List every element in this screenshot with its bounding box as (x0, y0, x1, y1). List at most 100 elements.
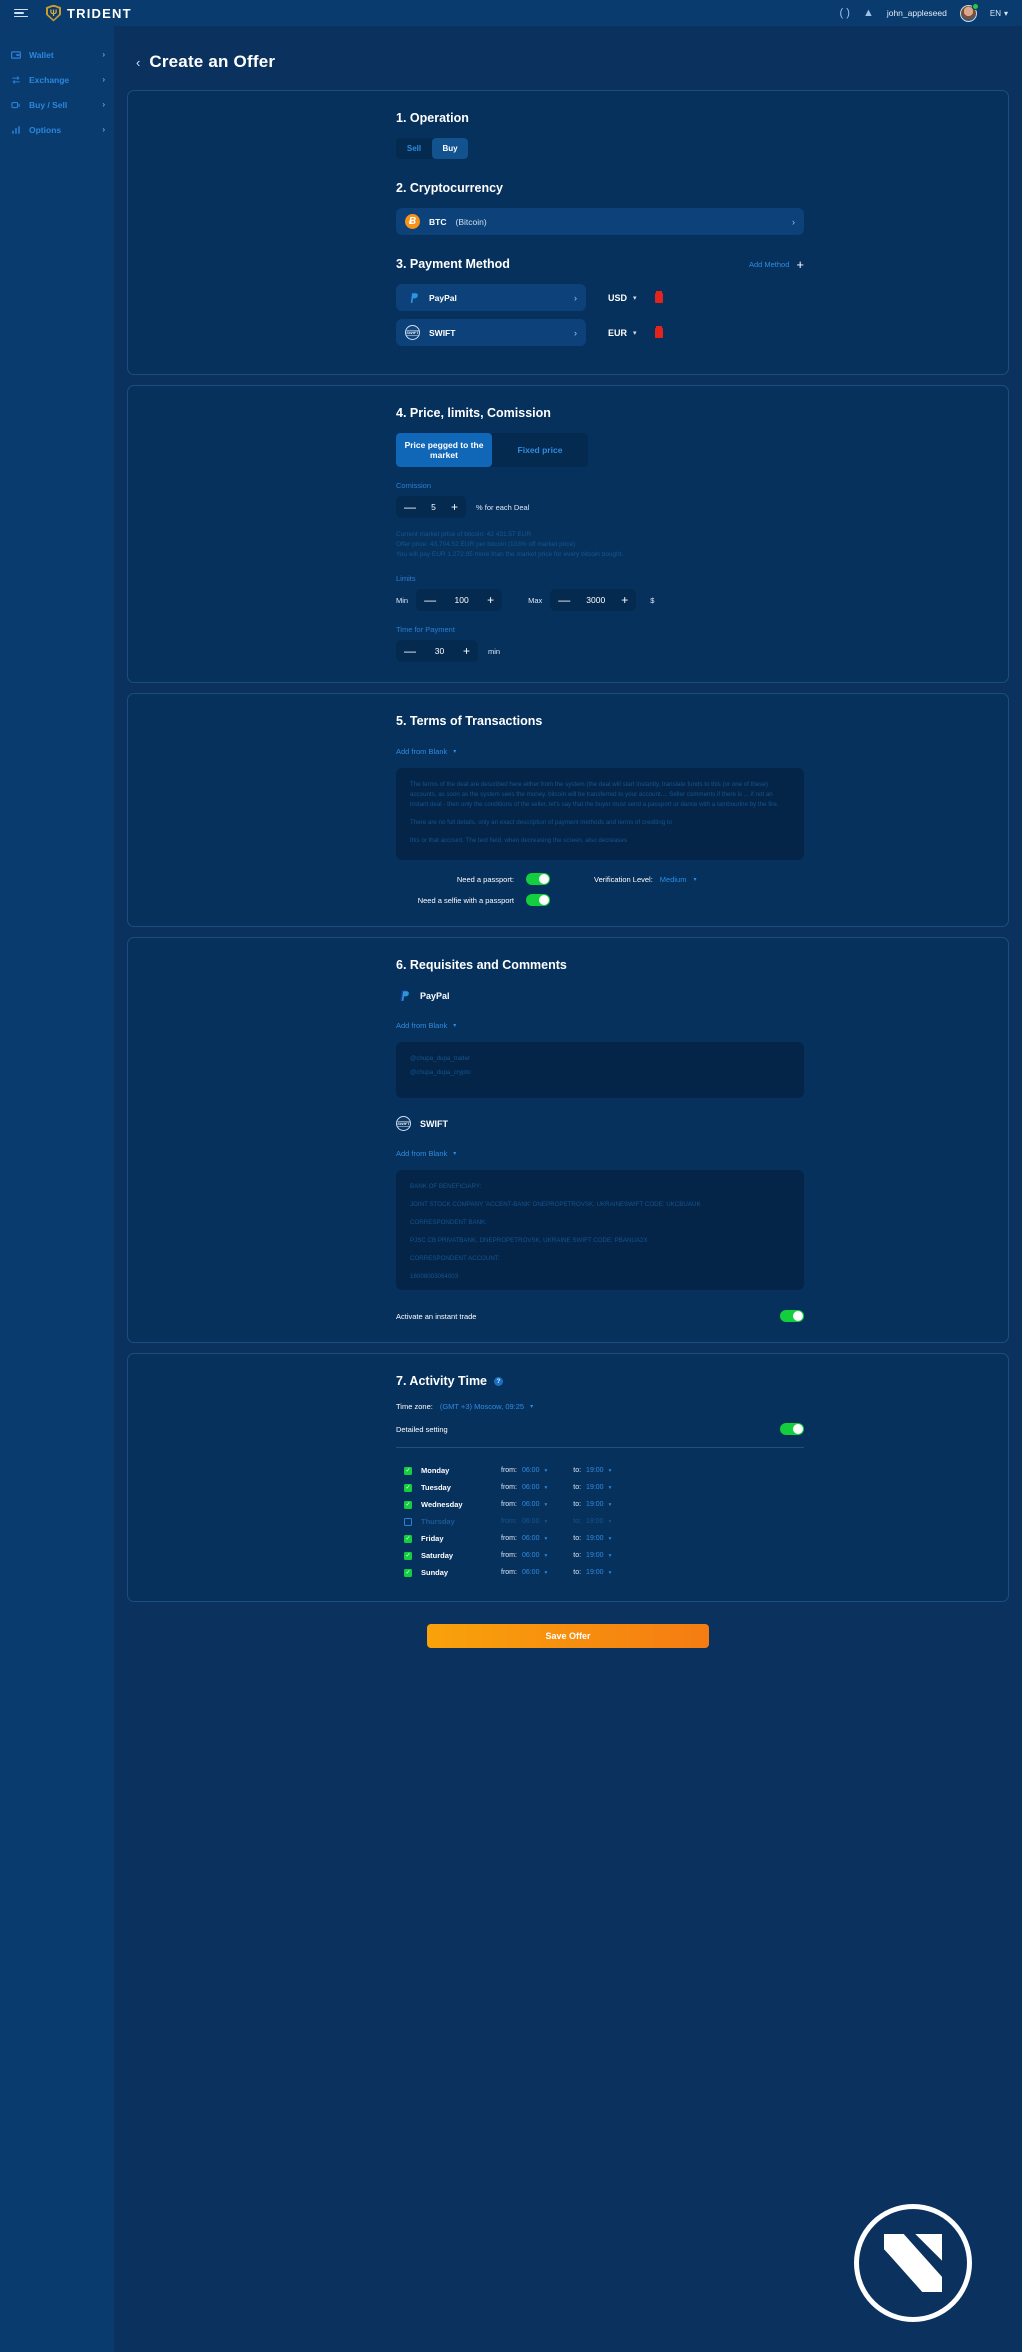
need-selfie-toggle[interactable] (526, 894, 550, 907)
terms-textarea[interactable]: The terms of the deal are described here… (396, 768, 804, 861)
language-selector[interactable]: EN ▾ (990, 9, 1008, 18)
min-stepper[interactable]: — 100 + (416, 589, 503, 612)
from-label: from: (501, 1501, 517, 1509)
to-group: to: 19:00 ▾ (573, 1552, 611, 1559)
chevron-down-icon[interactable]: ▾ (609, 1502, 612, 1508)
detailed-setting-label: Detailed setting (396, 1424, 448, 1434)
price-pegged-button[interactable]: Price pegged to the market (396, 433, 492, 467)
swift-requisites-textarea[interactable]: BANK OF BENEFICIARY: JOINT STOCK COMPANY… (396, 1170, 804, 1291)
need-passport-toggle[interactable] (526, 873, 550, 886)
min-value[interactable]: 100 (453, 595, 471, 605)
brand-logo[interactable]: Ψ TRIDENT (46, 4, 132, 22)
to-value[interactable]: 19:00 (586, 1569, 604, 1576)
back-button[interactable]: ‹ (136, 56, 140, 69)
from-value[interactable]: 06:00 (522, 1569, 540, 1576)
day-checkbox-tuesday[interactable]: ✓ (404, 1483, 412, 1492)
swift-add-from-blank[interactable]: Add from Blank ▾ (396, 1149, 456, 1158)
day-checkbox-friday[interactable]: ✓ (404, 1534, 412, 1543)
from-value[interactable]: 06:00 (522, 1552, 540, 1559)
cryptocurrency-selector[interactable]: Ƀ BTC (Bitcoin) › (396, 208, 804, 235)
sidebar-item-options[interactable]: Options › (0, 117, 114, 142)
payment-method-name: PayPal (429, 292, 457, 303)
currency-selector-swift[interactable]: EUR ▾ (608, 328, 637, 338)
chevron-down-icon[interactable]: ▾ (609, 1553, 612, 1559)
chevron-down-icon[interactable]: ▾ (544, 1468, 547, 1474)
paypal-add-from-blank[interactable]: Add from Blank ▾ (396, 1021, 456, 1030)
sidebar-item-exchange[interactable]: Exchange › (0, 67, 114, 92)
add-method-button[interactable]: Add Method + (749, 258, 804, 271)
verification-level-selector[interactable]: Verification Level: Medium ▾ (594, 875, 697, 884)
max-plus-button[interactable]: + (621, 594, 628, 606)
commission-minus-button[interactable]: — (404, 501, 416, 513)
chevron-down-icon[interactable]: ▾ (609, 1570, 612, 1576)
min-minus-button[interactable]: — (424, 594, 436, 606)
detailed-setting-toggle[interactable] (780, 1423, 804, 1436)
fixed-price-button[interactable]: Fixed price (492, 433, 588, 467)
chevron-down-icon[interactable]: ▾ (609, 1536, 612, 1542)
sidebar: Wallet › Exchange › Buy / Sell › Options… (0, 26, 114, 2352)
to-value[interactable]: 19:00 (586, 1552, 604, 1559)
day-checkbox-saturday[interactable]: ✓ (404, 1551, 412, 1560)
commission-stepper[interactable]: — 5 + (396, 496, 466, 518)
from-value[interactable]: 06:00 (522, 1535, 540, 1542)
chevron-down-icon[interactable]: ▾ (609, 1485, 612, 1491)
chevron-down-icon[interactable]: ▾ (609, 1519, 612, 1525)
time-value[interactable]: 30 (430, 646, 448, 656)
username-label[interactable]: john_appleseed (887, 8, 947, 18)
to-value[interactable]: 19:00 (586, 1501, 604, 1508)
avatar[interactable] (959, 2, 979, 22)
currency-selector-paypal[interactable]: USD ▾ (608, 293, 637, 303)
timezone-selector[interactable]: (GMT +3) Moscow, 09:25 ▾ (440, 1402, 533, 1411)
sidebar-item-buy-sell[interactable]: Buy / Sell › (0, 92, 114, 117)
watermark-glyph-icon (884, 2234, 942, 2292)
delete-swift-icon[interactable] (654, 325, 663, 338)
day-checkbox-thursday[interactable] (404, 1517, 412, 1526)
time-for-payment-label: Time for Payment (396, 625, 455, 635)
paypal-requisites-textarea[interactable]: @chupa_dupa_trader @chupa_dupa_crypto (396, 1042, 804, 1099)
commission-value[interactable]: 5 (424, 502, 442, 512)
max-stepper[interactable]: — 3000 + (550, 589, 637, 612)
chevron-down-icon[interactable]: ▾ (544, 1536, 547, 1542)
section-title-requisites: 6. Requisites and Comments (396, 958, 567, 973)
delete-paypal-icon[interactable] (654, 290, 663, 303)
max-minus-button[interactable]: — (558, 594, 570, 606)
instant-trade-toggle[interactable] (780, 1310, 804, 1323)
from-value[interactable]: 06:00 (522, 1467, 540, 1474)
to-value[interactable]: 19:00 (586, 1518, 604, 1525)
time-plus-button[interactable]: + (463, 645, 470, 657)
toggle-knob (539, 895, 549, 906)
time-stepper[interactable]: — 30 + (396, 640, 478, 663)
bell-icon[interactable]: ▲ (863, 7, 874, 19)
chevron-down-icon[interactable]: ▾ (544, 1570, 547, 1576)
terms-add-from-blank[interactable]: Add from Blank ▾ (396, 747, 456, 756)
to-value[interactable]: 19:00 (586, 1467, 604, 1474)
menu-toggle-icon[interactable] (14, 8, 28, 18)
day-label: Saturday (421, 1551, 454, 1561)
day-checkbox-monday[interactable]: ✓ (404, 1466, 412, 1475)
payment-method-paypal[interactable]: PayPal › (396, 284, 586, 311)
to-value[interactable]: 19:00 (586, 1535, 604, 1542)
chevron-down-icon[interactable]: ▾ (609, 1468, 612, 1474)
to-value[interactable]: 19:00 (586, 1484, 604, 1491)
operation-sell-button[interactable]: Sell (396, 138, 432, 159)
chevron-down-icon[interactable]: ▾ (544, 1502, 547, 1508)
sidebar-item-wallet[interactable]: Wallet › (0, 42, 114, 67)
from-value[interactable]: 06:00 (522, 1484, 540, 1491)
day-checkbox-wednesday[interactable]: ✓ (404, 1500, 412, 1509)
time-minus-button[interactable]: — (404, 645, 416, 657)
from-value[interactable]: 06:00 (522, 1501, 540, 1508)
day-checkbox-sunday[interactable]: ✓ (404, 1568, 412, 1577)
help-icon[interactable]: ? (494, 1376, 504, 1386)
chevron-down-icon[interactable]: ▾ (544, 1485, 547, 1491)
payment-method-swift[interactable]: SWIFT SWIFT › (396, 319, 586, 346)
from-value[interactable]: 06:00 (522, 1518, 540, 1525)
max-value[interactable]: 3000 (586, 595, 605, 605)
commission-plus-button[interactable]: + (451, 501, 458, 513)
save-offer-button[interactable]: Save Offer (427, 1624, 709, 1649)
activity-header: 7. Activity Time ? (396, 1374, 804, 1388)
min-plus-button[interactable]: + (487, 594, 494, 606)
refresh-icon[interactable]: ( ) (840, 7, 850, 19)
operation-buy-button[interactable]: Buy (432, 138, 468, 159)
chevron-down-icon[interactable]: ▾ (544, 1553, 547, 1559)
chevron-down-icon[interactable]: ▾ (544, 1519, 547, 1525)
